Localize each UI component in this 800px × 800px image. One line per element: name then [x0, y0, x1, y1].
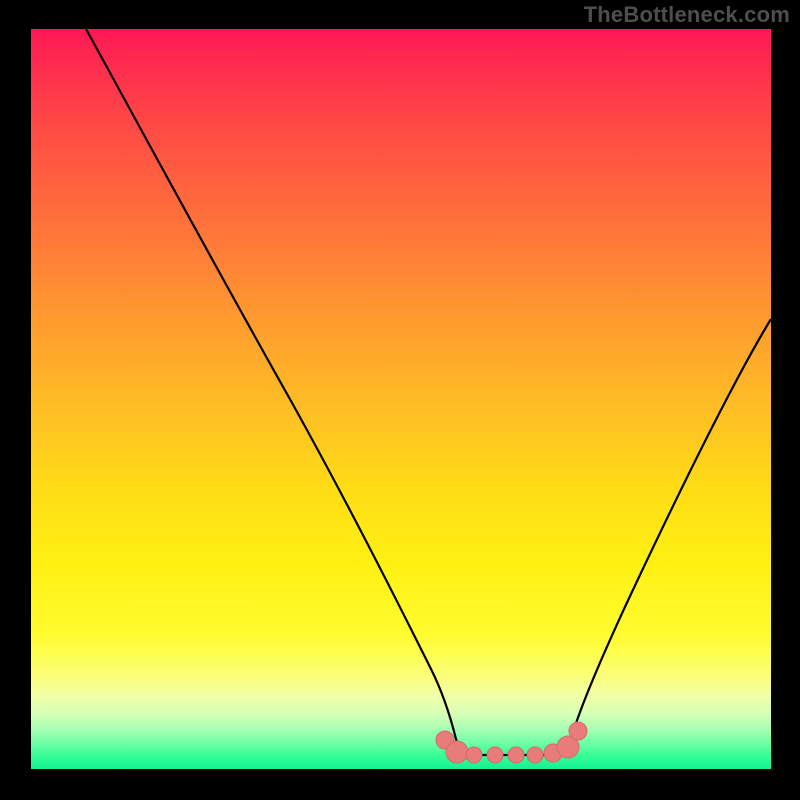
valley-marker: [569, 722, 587, 740]
marker-overlay: [31, 29, 771, 769]
valley-marker: [487, 747, 503, 763]
chart-canvas: TheBottleneck.com: [0, 0, 800, 800]
valley-marker: [508, 747, 524, 763]
valley-marker: [466, 747, 482, 763]
valley-marker: [527, 747, 543, 763]
watermark-label: TheBottleneck.com: [584, 2, 790, 28]
valley-markers: [436, 722, 587, 763]
valley-marker: [446, 741, 468, 763]
plot-area: [31, 29, 771, 769]
